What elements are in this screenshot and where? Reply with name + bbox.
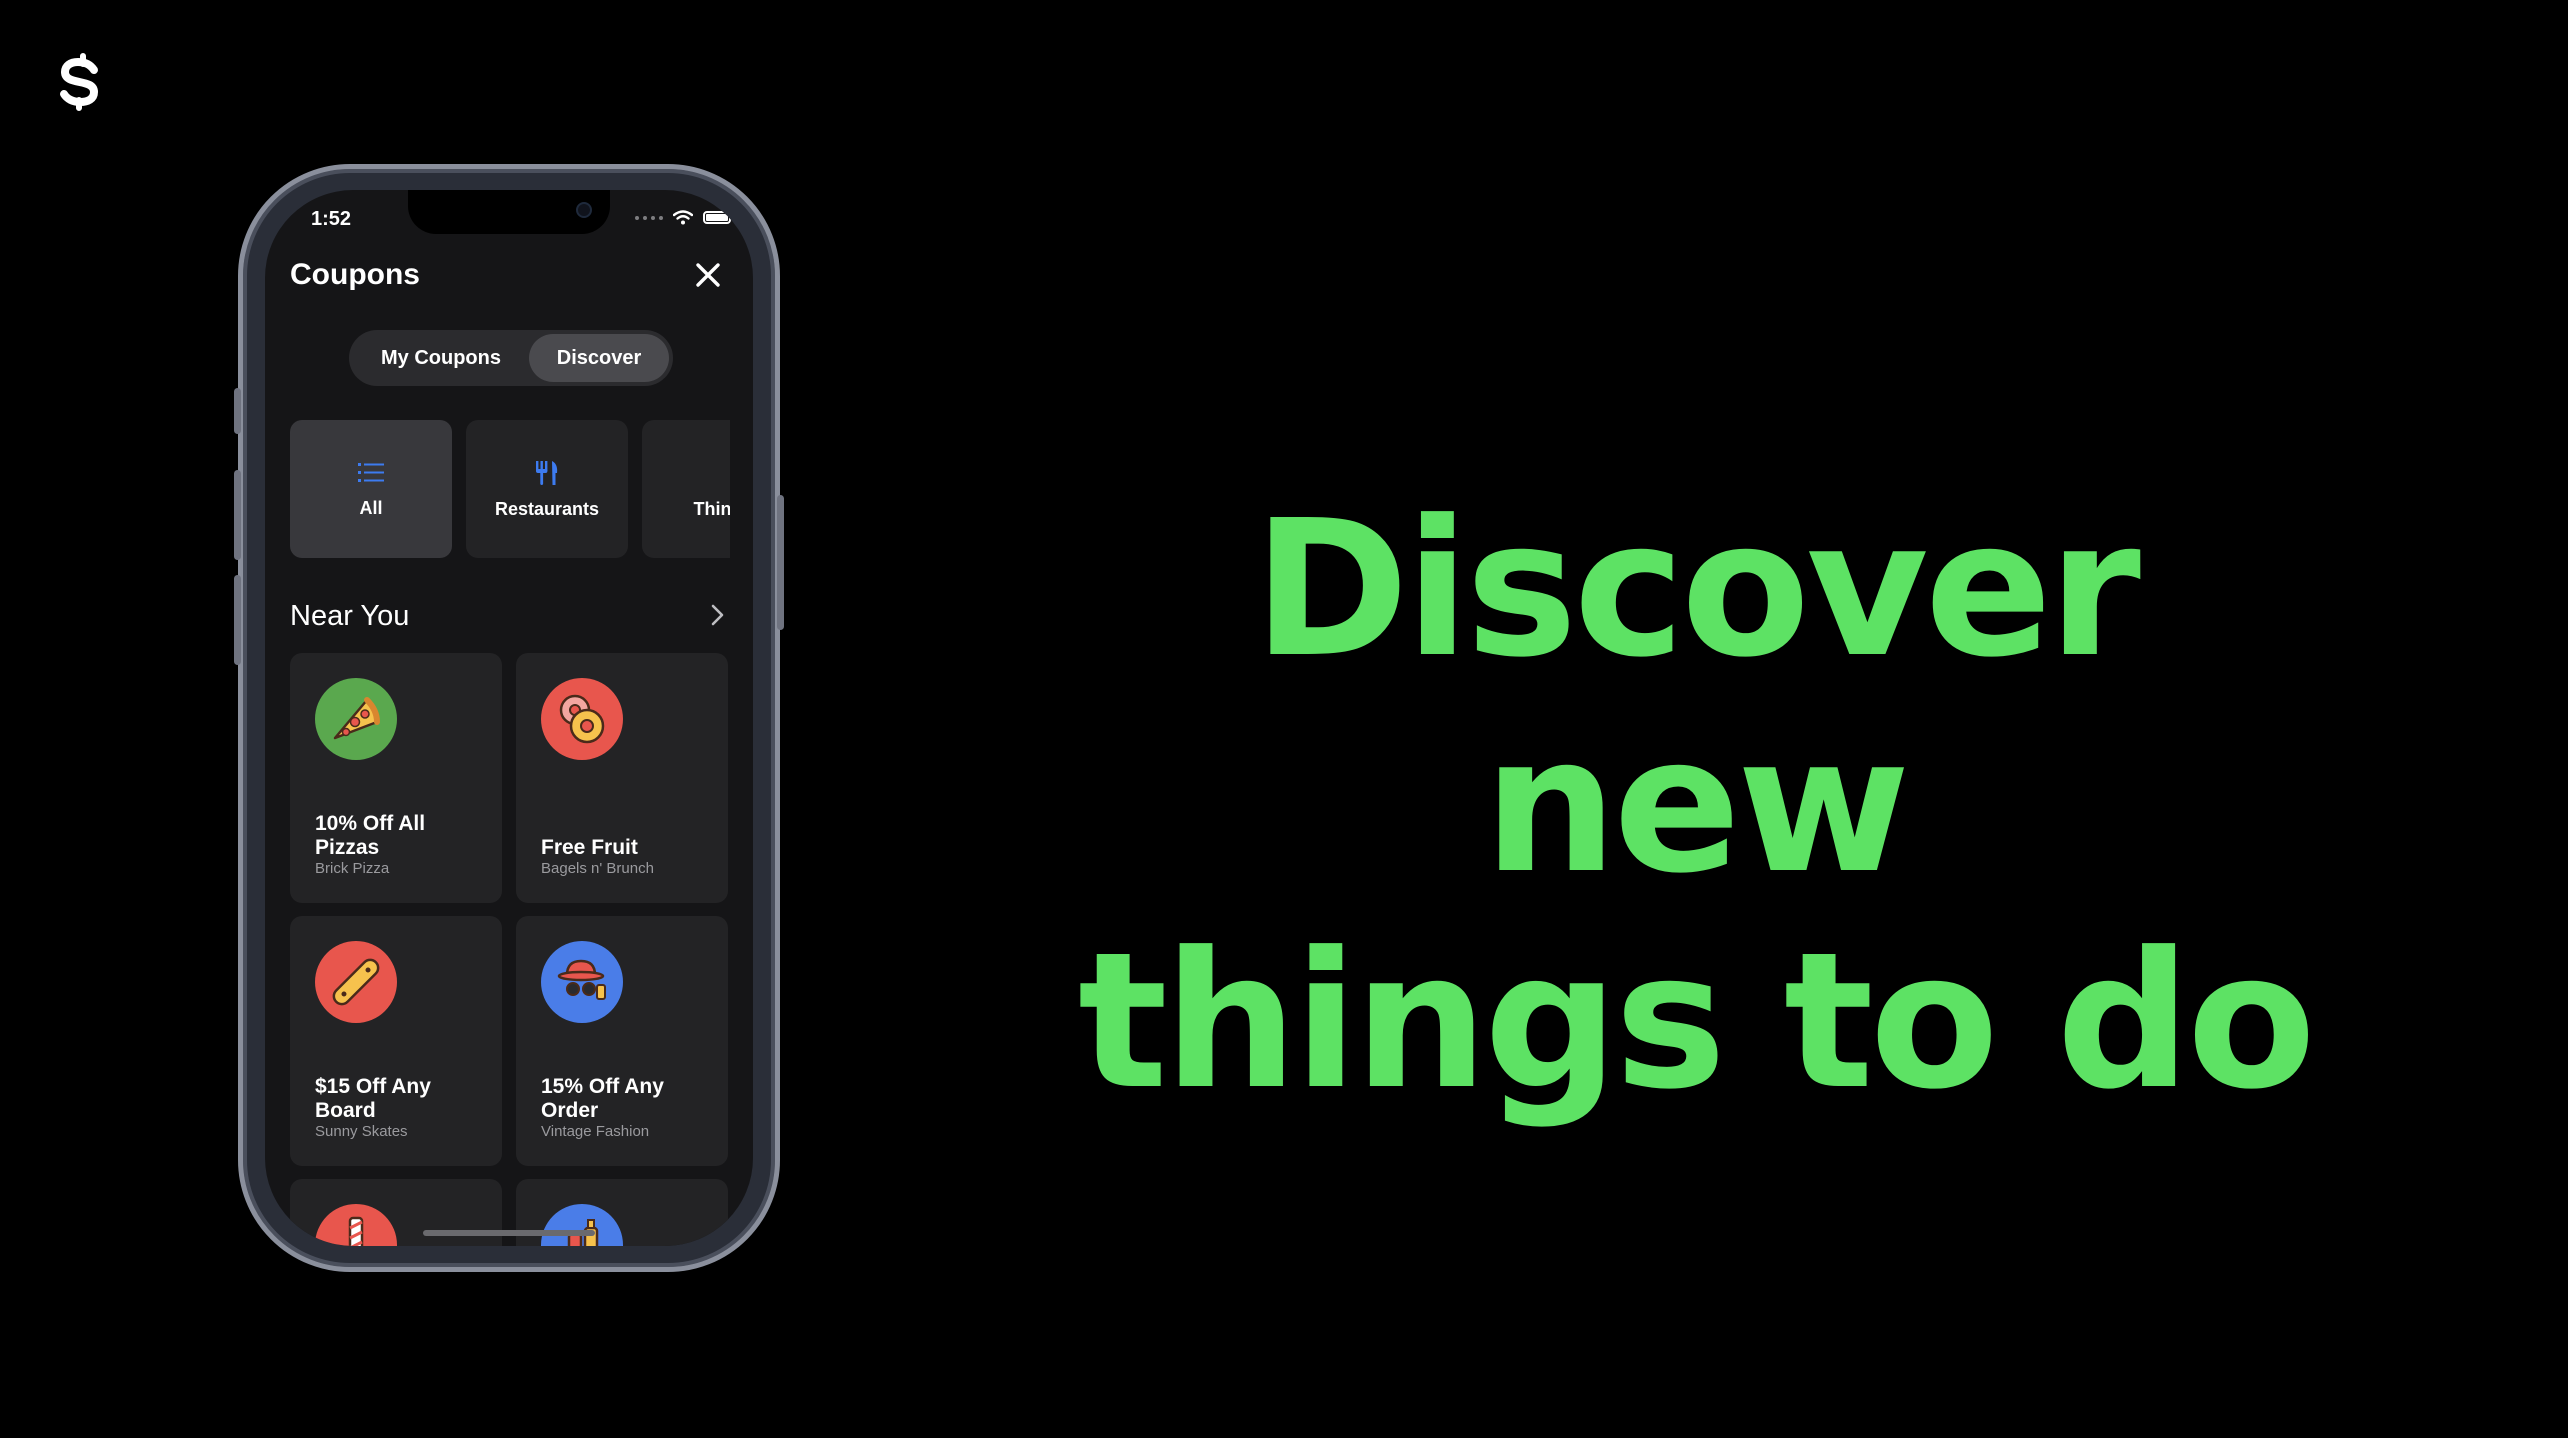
- hero-line-2: things to do: [1077, 912, 2316, 1131]
- coupon-badge: [541, 941, 623, 1023]
- status-time: 1:52: [311, 208, 352, 230]
- bottles-icon: [567, 1219, 599, 1246]
- signal-icon: [635, 215, 663, 220]
- hat-glasses-icon: [557, 959, 606, 1000]
- side-button-mute: [234, 388, 241, 434]
- barber-pole-icon: [348, 1216, 364, 1246]
- donut-icon: [559, 694, 605, 744]
- coupon-title: 15% Off Any Order: [541, 1075, 664, 1122]
- cash-app-logo-icon: [60, 53, 99, 111]
- coupon-title: 10% Off All Pizzas: [315, 812, 426, 859]
- category-things-label: Things: [693, 498, 731, 519]
- category-restaurants-label: Restaurants: [494, 498, 600, 519]
- pizza-icon: [333, 697, 380, 740]
- category-scroller[interactable]: All Restaurants Things: [290, 420, 730, 560]
- notch: [408, 190, 610, 234]
- coupon-text: 10% Off All Pizzas Brick Pizza: [315, 812, 488, 878]
- close-icon[interactable]: [693, 260, 723, 290]
- coupon-merchant: Vintage Fashion: [541, 1123, 650, 1140]
- category-all-label: All: [359, 497, 383, 518]
- coupons-tab-switcher: My Coupons Discover: [349, 330, 673, 386]
- wifi-icon: [673, 210, 693, 225]
- chevron-right-icon[interactable]: [706, 602, 728, 628]
- status-indicators: [635, 210, 731, 225]
- coupon-text: $15 Off Any Board Sunny Skates: [315, 1075, 488, 1141]
- coupon-card[interactable]: $15 Off Any Board Sunny Skates: [290, 916, 502, 1166]
- coupon-merchant: Bagels n' Brunch: [541, 860, 654, 877]
- coupon-badge: [315, 941, 397, 1023]
- coupon-merchant: Brick Pizza: [315, 860, 390, 877]
- tab-my-coupons[interactable]: My Coupons: [353, 334, 529, 382]
- page-title: Coupons: [290, 258, 420, 291]
- side-button-power: [777, 495, 784, 630]
- coupon-merchant: Sunny Skates: [315, 1123, 408, 1140]
- coupon-card[interactable]: 10% Off All Pizzas Brick Pizza: [290, 653, 502, 903]
- coupon-text: Free Fruit Bagels n' Brunch: [541, 836, 714, 878]
- section-title-near-you: Near You: [290, 600, 410, 632]
- category-things[interactable]: Things: [642, 420, 730, 558]
- coupon-badge: [541, 678, 623, 760]
- coupon-badge: [315, 1204, 397, 1246]
- skateboard-icon: [332, 958, 380, 1006]
- category-restaurants[interactable]: Restaurants: [466, 420, 628, 558]
- side-button-volume-up: [234, 470, 241, 560]
- category-all[interactable]: All: [290, 420, 452, 558]
- battery-icon: [703, 211, 731, 224]
- hero-line-1: Discover new: [1253, 480, 2141, 915]
- fork-knife-icon: [536, 460, 558, 485]
- side-button-volume-down: [234, 575, 241, 665]
- coupon-card[interactable]: 15% Off Any Order Vintage Fashion: [516, 916, 728, 1166]
- coupon-badge: [541, 1204, 623, 1246]
- coupon-title: Free Fruit: [541, 836, 638, 859]
- list-icon: [358, 462, 384, 482]
- coupon-title: $15 Off Any Board: [315, 1075, 431, 1122]
- hero-headline: Discover new things to do: [1030, 482, 2360, 1130]
- tab-discover[interactable]: Discover: [529, 334, 669, 382]
- coupon-badge: [315, 678, 397, 760]
- camera-icon: [576, 202, 592, 218]
- phone-screen: 1:52 Coupons My Coupons Discover All Res…: [265, 190, 753, 1246]
- coupon-text: 15% Off Any Order Vintage Fashion: [541, 1075, 714, 1141]
- home-indicator[interactable]: [423, 1230, 595, 1236]
- coupon-card[interactable]: Free Fruit Bagels n' Brunch: [516, 653, 728, 903]
